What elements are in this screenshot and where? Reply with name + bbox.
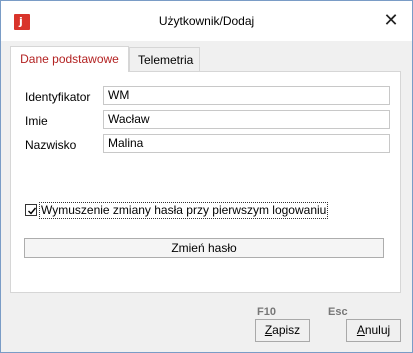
close-button[interactable]: ✕	[378, 9, 404, 33]
nazwisko-label: Nazwisko	[25, 138, 77, 152]
identyfikator-label: Identyfikator	[25, 90, 91, 104]
cancel-button-label: nuluj	[364, 323, 391, 337]
tab-panel: Identyfikator WM Imie Wacław Nazwisko Ma…	[10, 71, 401, 293]
checkmark-icon	[28, 207, 37, 215]
tab-telemetria[interactable]: Telemetria	[129, 47, 200, 71]
save-shortcut-hint: F10	[257, 306, 276, 318]
dialog-window: j Użytkownik/Dodaj ✕ Dane podstawowe Tel…	[0, 0, 413, 353]
title-bar: j Użytkownik/Dodaj ✕	[1, 1, 412, 41]
force-password-change-checkbox[interactable]	[25, 204, 37, 216]
save-button[interactable]: Zapisz	[255, 319, 310, 342]
save-button-label: apisz	[272, 323, 301, 337]
imie-input[interactable]: Wacław	[103, 110, 390, 129]
identyfikator-input[interactable]: WM	[103, 86, 390, 105]
cancel-shortcut-hint: Esc	[328, 306, 348, 318]
close-icon: ✕	[383, 10, 399, 31]
cancel-button[interactable]: Anuluj	[346, 319, 401, 342]
window-title: Użytkownik/Dodaj	[158, 14, 255, 28]
force-password-change-label: Wymuszenie zmiany hasła przy pierwszym l…	[39, 202, 329, 219]
change-password-button[interactable]: Zmień hasło	[24, 238, 384, 258]
tab-dane-podstawowe[interactable]: Dane podstawowe	[10, 46, 129, 72]
imie-label: Imie	[25, 114, 48, 128]
cancel-button-mnemonic: A	[356, 323, 365, 337]
nazwisko-input[interactable]: Malina	[103, 134, 390, 153]
